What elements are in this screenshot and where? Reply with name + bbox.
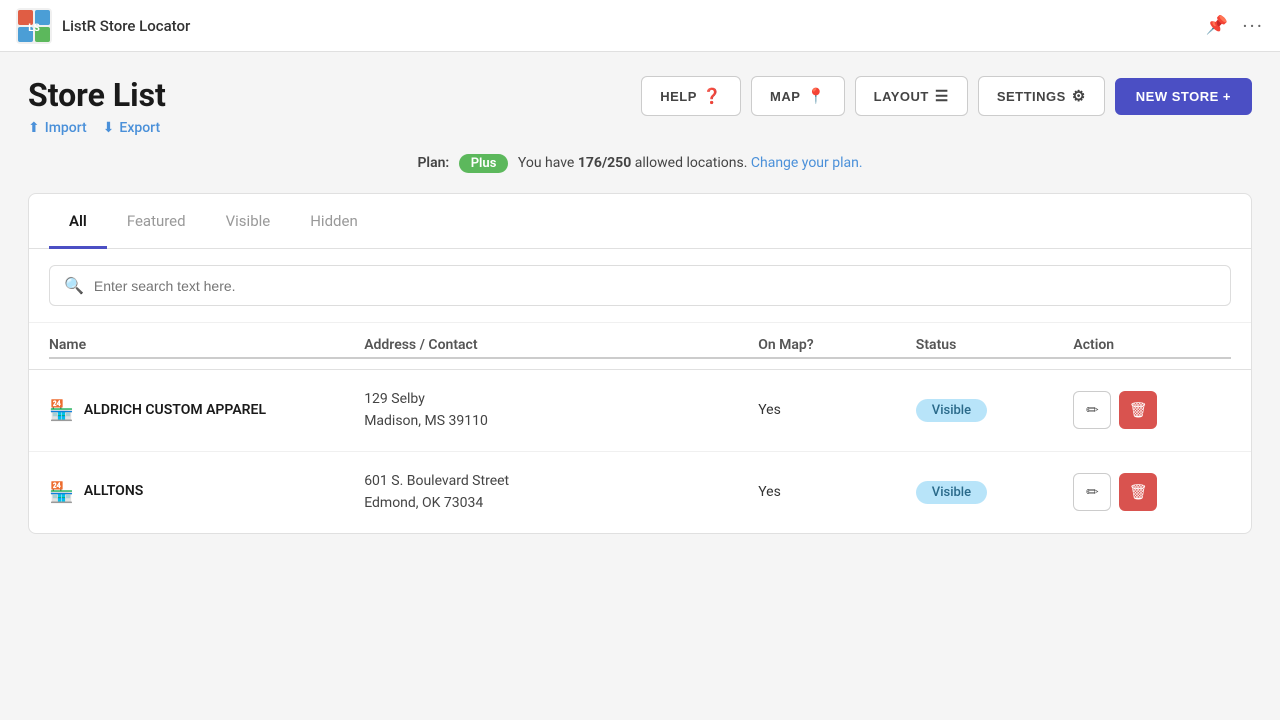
pin-nav-icon[interactable]: 📌 [1206,15,1228,36]
main-content: Store List ⬆ Import ⬇ Export HELP ❓ MAP … [0,52,1280,558]
new-store-label: NEW STORE + [1136,89,1231,104]
tabs: All Featured Visible Hidden [29,194,1251,249]
layout-label: LAYOUT [874,89,929,104]
page-title: Store List [28,76,166,114]
svg-text:LS: LS [28,23,40,34]
store-name: ALDRICH CUSTOM APPAREL [84,401,266,421]
edit-button[interactable]: ✏ [1073,473,1111,511]
delete-button[interactable]: 🗑 [1119,473,1157,511]
store-icon: 🏪 [49,480,74,504]
store-name-cell: 🏪 ALDRICH CUSTOM APPAREL [49,398,364,422]
map-label: MAP [770,89,800,104]
page-header-left: Store List ⬆ Import ⬇ Export [28,76,166,136]
col-header-action: Action [1073,337,1231,359]
plan-badge: Plus [459,154,509,173]
status-cell: Visible [916,399,1074,422]
search-input[interactable] [94,278,1216,294]
ellipsis-menu-icon[interactable]: ··· [1242,14,1264,38]
status-badge: Visible [916,481,987,504]
help-label: HELP [660,89,697,104]
import-icon: ⬆ [28,120,40,136]
plan-message-suffix: allowed locations. [635,155,748,171]
col-header-status: Status [916,337,1074,359]
table-header: Name Address / Contact On Map? Status Ac… [29,323,1251,370]
map-icon: 📍 [806,87,825,105]
tab-all[interactable]: All [49,194,107,249]
tab-hidden[interactable]: Hidden [290,194,378,249]
table-row: 🏪 ALDRICH CUSTOM APPAREL 129 Selby Madis… [29,370,1251,452]
address-cell: 601 S. Boulevard Street Edmond, OK 73034 [364,470,758,515]
settings-button[interactable]: SETTINGS ⚙ [978,76,1105,116]
action-cell: ✏ 🗑 [1073,473,1231,511]
action-cell: ✏ 🗑 [1073,391,1231,429]
tab-featured[interactable]: Featured [107,194,206,249]
plan-label: Plan: [417,155,449,171]
onmap-cell: Yes [758,402,916,418]
search-icon: 🔍 [64,276,84,295]
map-button[interactable]: MAP 📍 [751,76,845,116]
col-header-name: Name [49,337,364,359]
store-icon: 🏪 [49,398,74,422]
app-title: ListR Store Locator [62,17,190,35]
store-name: ALLTONS [84,482,143,502]
page-actions: ⬆ Import ⬇ Export [28,120,166,136]
address-cell: 129 Selby Madison, MS 39110 [364,388,758,433]
topbar: LS ListR Store Locator 📌 ··· [0,0,1280,52]
plan-bar: Plan: Plus You have 176/250 allowed loca… [28,154,1252,173]
toolbar: HELP ❓ MAP 📍 LAYOUT ☰ SETTINGS ⚙ NEW STO… [641,76,1252,116]
help-button[interactable]: HELP ❓ [641,76,741,116]
col-header-address: Address / Contact [364,337,758,359]
help-icon: ❓ [703,87,722,105]
export-label: Export [119,120,160,136]
topbar-left: LS ListR Store Locator [16,8,190,44]
status-cell: Visible [916,481,1074,504]
app-logo: LS [16,8,52,44]
topbar-right: 📌 ··· [1206,14,1264,38]
status-badge: Visible [916,399,987,422]
export-icon: ⬇ [103,120,115,136]
edit-button[interactable]: ✏ [1073,391,1111,429]
table-row: 🏪 ALLTONS 601 S. Boulevard Street Edmond… [29,452,1251,533]
new-store-button[interactable]: NEW STORE + [1115,78,1252,115]
settings-icon: ⚙ [1072,87,1086,105]
page-header: Store List ⬆ Import ⬇ Export HELP ❓ MAP … [28,76,1252,136]
address-line1: 601 S. Boulevard Street [364,470,758,492]
search-box: 🔍 [49,265,1231,306]
search-container: 🔍 [29,249,1251,323]
plan-count: 176/250 [578,155,631,171]
export-link[interactable]: ⬇ Export [103,120,160,136]
onmap-cell: Yes [758,484,916,500]
import-label: Import [45,120,87,136]
table-body: 🏪 ALDRICH CUSTOM APPAREL 129 Selby Madis… [29,370,1251,533]
layout-icon: ☰ [935,87,949,105]
address-line1: 129 Selby [364,388,758,410]
store-name-cell: 🏪 ALLTONS [49,480,364,504]
tab-visible[interactable]: Visible [206,194,291,249]
import-link[interactable]: ⬆ Import [28,120,87,136]
address-line2: Madison, MS 39110 [364,410,758,432]
col-header-onmap: On Map? [758,337,916,359]
address-line2: Edmond, OK 73034 [364,492,758,514]
delete-button[interactable]: 🗑 [1119,391,1157,429]
plan-message-prefix: You have [518,155,574,171]
settings-label: SETTINGS [997,89,1066,104]
layout-button[interactable]: LAYOUT ☰ [855,76,968,116]
change-plan-link[interactable]: Change your plan. [751,155,863,171]
store-list-card: All Featured Visible Hidden 🔍 Name Addre… [28,193,1252,534]
